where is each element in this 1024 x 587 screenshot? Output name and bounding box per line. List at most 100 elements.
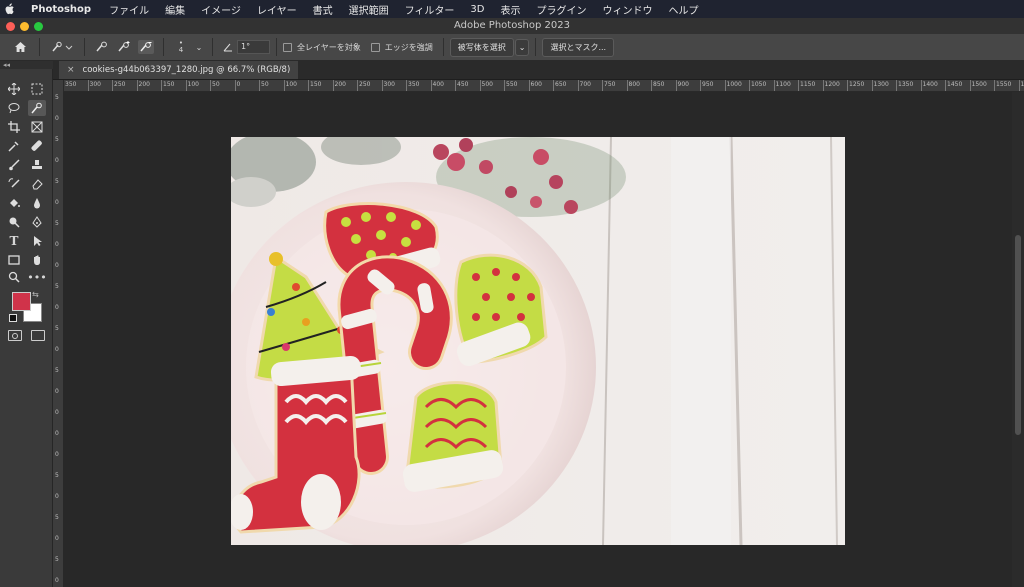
enhance-edge-checkbox[interactable] xyxy=(370,42,380,52)
menu-filter[interactable]: フィルター xyxy=(405,2,455,17)
crop-icon xyxy=(8,121,20,133)
horizontal-ruler[interactable]: 350 300 250 200 150 100 50 0 50 100 150 200 250 300 35… xyxy=(63,80,1024,92)
ruler-tick-label: 200 xyxy=(138,81,150,88)
menu-3d[interactable]: 3D xyxy=(470,4,484,15)
select-and-mask-button[interactable]: 選択とマスク... xyxy=(542,37,615,57)
eraser-tool[interactable] xyxy=(28,176,46,192)
ruler-tick-label: 0 xyxy=(236,81,241,88)
ruler-tick-label: 1200 xyxy=(824,81,840,88)
ruler-tick-label: 5 xyxy=(55,283,59,290)
ruler-tick-mark xyxy=(626,80,628,91)
stamp-icon xyxy=(32,160,42,169)
healing-tool[interactable] xyxy=(28,138,46,154)
ruler-tick-label: 950 xyxy=(702,81,714,88)
ruler-tick-mark xyxy=(871,80,873,91)
marquee-icon xyxy=(31,83,43,95)
ruler-tick-label: 700 xyxy=(579,81,591,88)
menu-view[interactable]: 表示 xyxy=(500,2,520,17)
menu-edit[interactable]: 編集 xyxy=(165,2,185,17)
screen-mode-icon[interactable] xyxy=(31,330,45,341)
ruler-tick-label: 100 xyxy=(187,81,199,88)
type-tool[interactable]: T xyxy=(5,233,23,249)
brush-tool[interactable] xyxy=(5,157,23,173)
ruler-tick-mark xyxy=(185,80,187,91)
ruler-tick-mark xyxy=(651,80,652,91)
dodge-tool[interactable] xyxy=(5,214,23,230)
lasso-tool[interactable] xyxy=(5,100,23,116)
bucket-tool[interactable] xyxy=(5,195,23,211)
ruler-tick-label: 150 xyxy=(310,81,322,88)
history-brush-tool[interactable] xyxy=(5,176,23,192)
add-selection-icon xyxy=(118,41,130,52)
default-colors-icon[interactable] xyxy=(9,314,17,322)
home-button[interactable] xyxy=(10,38,30,56)
move-tool[interactable] xyxy=(5,81,23,97)
ruler-tick-label: 1100 xyxy=(775,81,791,88)
angle-icon xyxy=(222,38,234,56)
swap-colors-icon[interactable]: ⇆ xyxy=(32,290,39,299)
zoom-tool[interactable] xyxy=(5,269,23,285)
path-select-tool[interactable] xyxy=(28,233,46,249)
panel-collapse-icon[interactable]: ◂◂ xyxy=(0,61,55,69)
rectangle-tool[interactable] xyxy=(5,252,23,268)
document-canvas-image[interactable] xyxy=(231,137,845,545)
stamp-tool[interactable] xyxy=(28,157,46,173)
app-name[interactable]: Photoshop xyxy=(31,4,91,15)
vertical-scrollbar[interactable] xyxy=(1012,92,1024,587)
frame-tool[interactable] xyxy=(28,119,46,135)
add-to-selection-button[interactable] xyxy=(116,40,132,54)
angle-input[interactable]: 1° xyxy=(237,40,270,54)
menu-plugins[interactable]: プラグイン xyxy=(536,2,586,17)
blur-icon xyxy=(34,198,40,209)
ruler-tick-mark xyxy=(528,80,530,91)
scrollbar-thumb[interactable] xyxy=(1015,235,1021,435)
marquee-tool[interactable] xyxy=(28,81,46,97)
select-subject-dropdown[interactable]: ⌄ xyxy=(514,38,530,56)
menu-image[interactable]: イメージ xyxy=(201,2,241,17)
ruler-tick-label: 1000 xyxy=(726,81,742,88)
more-tools-button[interactable]: ••• xyxy=(27,269,46,285)
new-selection-button[interactable] xyxy=(94,40,110,54)
healing-icon xyxy=(31,140,42,151)
ruler-tick-label: 0 xyxy=(55,577,59,584)
menu-file[interactable]: ファイル xyxy=(109,2,149,17)
menu-select[interactable]: 選択範囲 xyxy=(349,2,389,17)
ruler-tick-label: 0 xyxy=(55,241,59,248)
ruler-tick-label: 5 xyxy=(55,178,59,185)
pen-tool[interactable] xyxy=(28,214,46,230)
quick-selection-tool[interactable] xyxy=(28,100,46,116)
subtract-from-selection-button[interactable] xyxy=(138,40,154,54)
close-tab-icon[interactable]: × xyxy=(67,65,75,75)
ruler-tick-mark xyxy=(406,80,407,91)
quick-selection-preset-icon xyxy=(52,41,73,52)
tool-preset-picker[interactable] xyxy=(49,38,75,56)
brush-size-value: 4 xyxy=(178,46,184,54)
ruler-tick-label: 350 xyxy=(65,81,77,88)
menu-layer[interactable]: レイヤー xyxy=(257,2,297,17)
rectangle-icon xyxy=(8,255,20,265)
apple-icon[interactable] xyxy=(4,3,15,15)
menu-help[interactable]: ヘルプ xyxy=(668,2,698,17)
menu-window[interactable]: ウィンドウ xyxy=(602,2,652,17)
lasso-icon xyxy=(8,103,20,114)
ruler-tick-label: 750 xyxy=(604,81,616,88)
sample-all-layers-checkbox[interactable] xyxy=(283,42,292,52)
menu-type[interactable]: 書式 xyxy=(313,2,333,17)
crop-tool[interactable] xyxy=(5,119,23,135)
ruler-tick-mark xyxy=(283,80,285,91)
select-subject-button[interactable]: 被写体を選択 xyxy=(449,37,514,57)
document-tab[interactable]: × cookies-g44b063397_1280.jpg @ 66.7% (R… xyxy=(59,61,299,79)
path-select-icon xyxy=(34,236,42,246)
type-icon: T xyxy=(9,234,19,248)
quick-mask-icon[interactable] xyxy=(8,330,22,341)
ruler-tick-mark xyxy=(87,80,89,91)
ruler-tick-mark xyxy=(602,80,603,91)
brush-size-chevron-icon[interactable]: ⌄ xyxy=(195,38,203,56)
foreground-color-swatch[interactable] xyxy=(12,292,31,311)
hand-tool[interactable] xyxy=(28,252,46,268)
ruler-tick-label: 5 xyxy=(55,220,59,227)
blur-tool[interactable] xyxy=(28,195,46,211)
ruler-tick-mark xyxy=(161,80,162,91)
eyedropper-tool[interactable] xyxy=(5,138,23,154)
brush-size-picker[interactable]: • 4 xyxy=(173,38,189,56)
